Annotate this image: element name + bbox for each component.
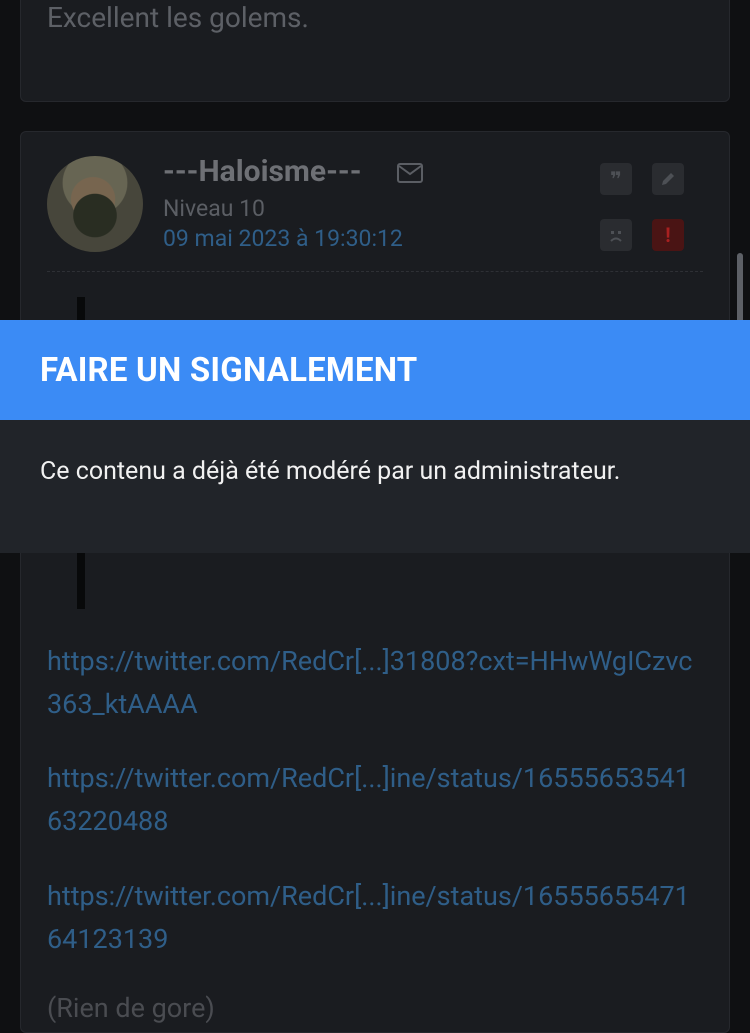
frown-button[interactable]: [600, 219, 632, 251]
modal-message: Ce contenu a déjà été modéré par un admi…: [40, 457, 621, 486]
report-modal-header: FAIRE UN SIGNALEMENT: [0, 320, 750, 420]
post-date[interactable]: 09 mai 2023 à 19:30:12: [163, 225, 403, 252]
post-divider: [47, 271, 703, 272]
exclamation-icon: !: [665, 223, 671, 247]
mail-icon[interactable]: [397, 163, 423, 183]
frown-icon: [610, 231, 622, 242]
report-modal-body: Ce contenu a déjà été modéré par un admi…: [0, 420, 750, 553]
edit-button[interactable]: [652, 163, 684, 195]
quote-button[interactable]: ❞: [600, 163, 632, 195]
report-button[interactable]: !: [652, 219, 684, 251]
post-link[interactable]: https://twitter.com/RedCr[...]31808?cxt=…: [47, 640, 697, 726]
previous-post-text: Excellent les golems.: [47, 1, 309, 34]
post-link[interactable]: https://twitter.com/RedCr[...]ine/status…: [47, 757, 697, 843]
forum-post: ---Haloisme--- Niveau 10 09 mai 2023 à 1…: [20, 131, 730, 1033]
author-level: Niveau 10: [163, 195, 265, 222]
quote-icon: ❞: [610, 167, 622, 191]
pencil-icon: [662, 173, 674, 185]
modal-title: FAIRE UN SIGNALEMENT: [40, 350, 418, 390]
post-author[interactable]: ---Haloisme---: [163, 154, 362, 189]
post-link[interactable]: https://twitter.com/RedCr[...]ine/status…: [47, 875, 697, 961]
post-trailing-text: (Rien de gore): [47, 992, 215, 1024]
avatar[interactable]: [47, 156, 143, 252]
previous-post: Excellent les golems.: [20, 0, 730, 102]
